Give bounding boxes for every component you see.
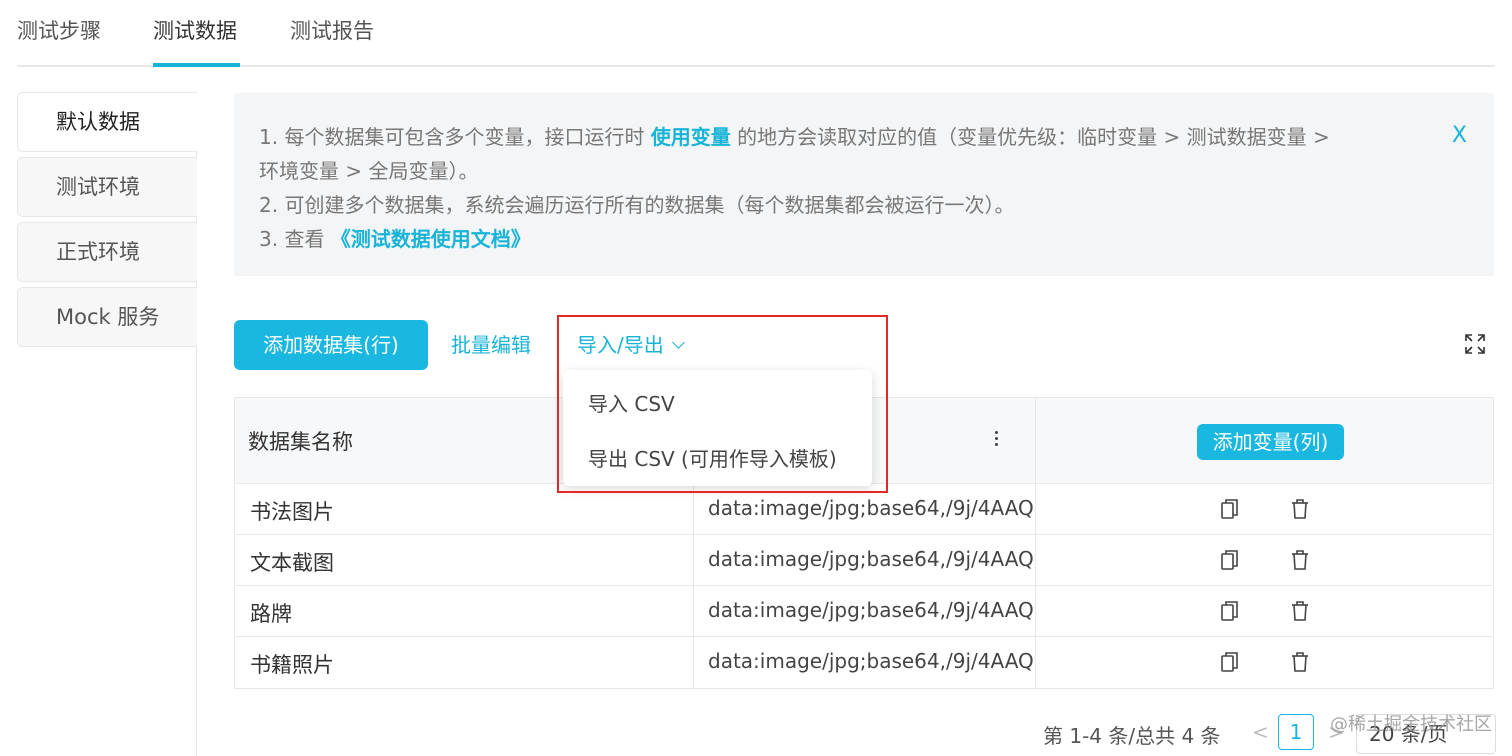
chevron-down-icon: [671, 336, 685, 349]
use-variable-link[interactable]: 使用变量: [651, 125, 731, 149]
info-line-2: 2. 可创建多个数据集，系统会遍历运行所有的数据集（每个数据集都会被运行一次）。: [259, 193, 1015, 217]
import-export-menu: 导入 CSV 导出 CSV (可用作导入模板): [563, 370, 872, 486]
delete-icon[interactable]: [1289, 497, 1311, 521]
next-page-button[interactable]: >: [1328, 720, 1345, 744]
copy-icon[interactable]: [1219, 599, 1241, 623]
menu-item-export-csv[interactable]: 导出 CSV (可用作导入模板): [588, 443, 837, 472]
tab-test-report[interactable]: 测试报告: [290, 14, 374, 54]
prev-page-button[interactable]: <: [1252, 720, 1269, 744]
column-menu-icon[interactable]: [992, 428, 1000, 452]
tab-test-steps[interactable]: 测试步骤: [17, 14, 101, 54]
add-dataset-button[interactable]: 添加数据集(行): [234, 320, 428, 370]
import-export-label: 导入/导出: [577, 333, 664, 357]
info-text: 1. 每个数据集可包含多个变量，接口运行时: [259, 125, 651, 149]
table-row: 文本截图 data:image/jpg;base64,/9j/4AAQ: [235, 535, 1493, 586]
table-row: 路牌 data:image/jpg;base64,/9j/4AAQ: [235, 586, 1493, 637]
top-tabs: 测试步骤 测试数据 测试报告: [17, 0, 1495, 67]
add-variable-button[interactable]: 添加变量(列): [1197, 424, 1344, 460]
docs-link[interactable]: 《测试数据使用文档》: [331, 227, 531, 251]
page-size-select[interactable]: 20 条/页: [1356, 714, 1496, 754]
variable-value-cell[interactable]: data:image/jpg;base64,/9j/4AAQ: [708, 496, 1034, 520]
info-notice: 1. 每个数据集可包含多个变量，接口运行时 使用变量 的地方会读取对应的值（变量…: [234, 93, 1494, 276]
batch-edit-button[interactable]: 批量编辑: [451, 330, 531, 360]
page-number-button[interactable]: 1: [1278, 714, 1314, 750]
import-export-dropdown[interactable]: 导入/导出: [577, 330, 685, 360]
info-line-1-cont: 环境变量 > 全局变量）。: [259, 159, 479, 183]
variable-value-cell[interactable]: data:image/jpg;base64,/9j/4AAQ: [708, 547, 1034, 571]
variable-value-cell[interactable]: data:image/jpg;base64,/9j/4AAQ: [708, 598, 1034, 622]
fullscreen-icon[interactable]: [1464, 333, 1486, 355]
pagination-summary: 第 1-4 条/总共 4 条: [1043, 724, 1221, 748]
copy-icon[interactable]: [1219, 548, 1241, 572]
table-row: 书法图片 data:image/jpg;base64,/9j/4AAQ: [235, 484, 1493, 535]
sidebar: 默认数据 测试环境 正式环境 Mock 服务: [17, 92, 198, 756]
delete-icon[interactable]: [1289, 599, 1311, 623]
dataset-name-cell[interactable]: 路牌: [250, 598, 292, 628]
dataset-name-cell[interactable]: 书法图片: [250, 496, 334, 526]
active-tab-indicator: [153, 63, 240, 67]
delete-icon[interactable]: [1289, 548, 1311, 572]
info-line-3: 3. 查看 《测试数据使用文档》: [259, 222, 1424, 256]
table-row: 书籍照片 data:image/jpg;base64,/9j/4AAQ: [235, 637, 1493, 688]
sidebar-item-prod-env[interactable]: 正式环境: [17, 222, 197, 282]
variable-value-cell[interactable]: data:image/jpg;base64,/9j/4AAQ: [708, 649, 1034, 673]
sidebar-item-default-data[interactable]: 默认数据: [17, 92, 198, 152]
info-line-1: 1. 每个数据集可包含多个变量，接口运行时 使用变量 的地方会读取对应的值（变量…: [259, 120, 1424, 154]
tab-test-data[interactable]: 测试数据: [153, 14, 237, 54]
menu-item-import-csv[interactable]: 导入 CSV: [588, 388, 675, 417]
dataset-name-cell[interactable]: 书籍照片: [250, 649, 334, 679]
sidebar-item-mock-service[interactable]: Mock 服务: [17, 287, 197, 347]
sidebar-item-test-env[interactable]: 测试环境: [17, 157, 197, 217]
copy-icon[interactable]: [1219, 497, 1241, 521]
column-header-dataset-name: 数据集名称: [248, 430, 353, 454]
info-text: 3. 查看: [259, 227, 331, 251]
dataset-name-cell[interactable]: 文本截图: [250, 547, 334, 577]
copy-icon[interactable]: [1219, 650, 1241, 674]
close-icon[interactable]: X: [1452, 119, 1467, 153]
info-text: 的地方会读取对应的值（变量优先级：临时变量 > 测试数据变量 >: [730, 125, 1330, 149]
delete-icon[interactable]: [1289, 650, 1311, 674]
